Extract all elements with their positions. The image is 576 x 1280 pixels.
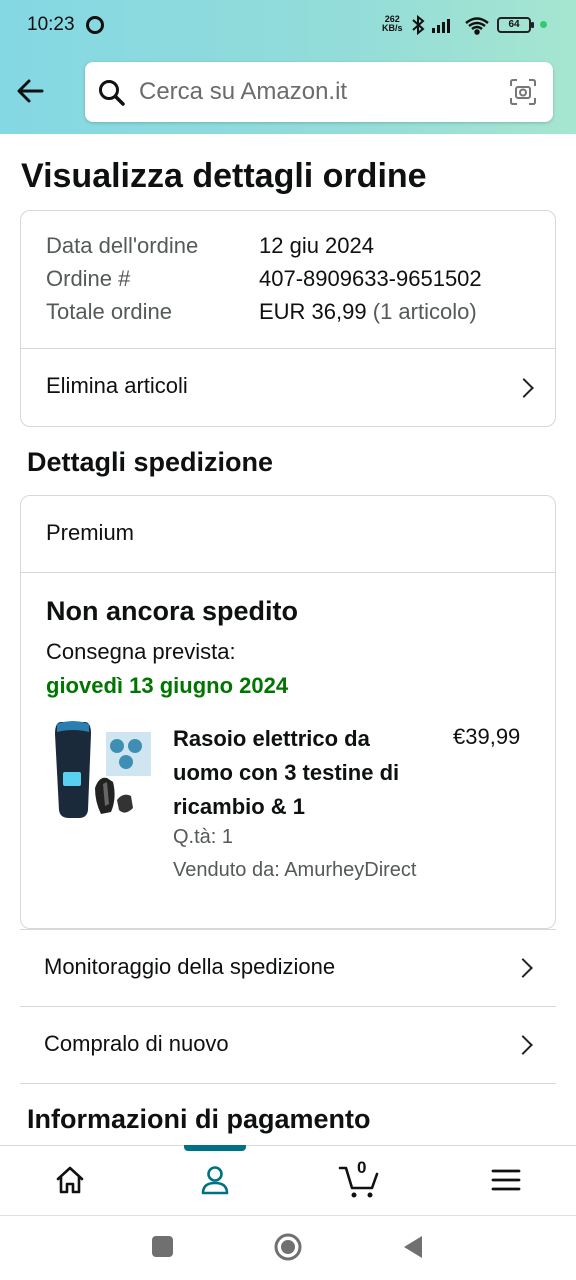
divider	[21, 572, 555, 573]
search-bar[interactable]: Cerca su Amazon.it	[85, 62, 553, 122]
do-not-disturb-icon	[86, 16, 104, 34]
camera-search-icon[interactable]	[508, 77, 538, 107]
search-icon	[99, 80, 125, 106]
track-shipment-label: Monitoraggio della spedizione	[44, 954, 336, 979]
delivery-date: giovedì 13 giugno 2024	[46, 673, 289, 698]
home-button[interactable]	[272, 1231, 304, 1263]
order-total-value: EUR 36,99 (1 articolo)	[259, 299, 477, 325]
product-price: €39,99	[453, 724, 521, 749]
shipping-section-title: Dettagli spedizione	[27, 447, 274, 477]
account-icon[interactable]	[199, 1164, 231, 1196]
system-navigation-bar	[0, 1215, 576, 1280]
payment-section-title: Informazioni di pagamento	[27, 1104, 371, 1134]
page-title: Visualizza dettagli ordine	[21, 157, 427, 195]
cart-count-badge: 0	[357, 1158, 367, 1177]
wifi-icon	[465, 17, 489, 35]
menu-icon[interactable]	[490, 1166, 522, 1194]
delete-items-label: Elimina articoli	[46, 373, 188, 398]
battery-indicator: 64	[497, 17, 534, 33]
order-total-label: Totale ordine	[46, 299, 172, 324]
chevron-right-icon	[514, 378, 534, 398]
order-date-label: Data dell'ordine	[46, 233, 199, 258]
order-total-items: (1 articolo)	[372, 299, 477, 324]
product-seller: Venduto da: AmurheyDirect	[173, 859, 417, 881]
chevron-right-icon	[513, 1035, 533, 1055]
shipment-card: Premium Non ancora spedito Consegna prev…	[20, 495, 556, 929]
active-tab-indicator	[184, 1145, 246, 1151]
recent-apps-button[interactable]	[152, 1236, 173, 1257]
product-image[interactable]	[51, 718, 151, 822]
order-number-label: Ordine #	[46, 266, 131, 291]
order-summary-card: Data dell'ordine 12 giu 2024 Ordine # 40…	[20, 210, 556, 427]
delivery-label: Consegna prevista:	[46, 639, 236, 664]
order-total-amount: EUR 36,99	[259, 299, 367, 324]
chevron-right-icon	[513, 958, 533, 978]
shipment-status: Non ancora spedito	[46, 596, 299, 626]
order-date-value: 12 giu 2024	[259, 233, 374, 258]
bottom-navigation: 0	[0, 1145, 576, 1215]
status-time: 10:23	[27, 14, 75, 35]
product-quantity: Q.tà: 1	[173, 826, 234, 848]
connectivity-icons	[412, 14, 489, 36]
back-button[interactable]	[402, 1234, 424, 1260]
cart-button[interactable]: 0	[338, 1158, 382, 1200]
order-number-value: 407-8909633-9651502	[259, 266, 482, 291]
product-title[interactable]: Rasoio elettrico da uomo con 3 testine d…	[173, 722, 423, 824]
signal-icon	[432, 19, 450, 33]
buy-again-label: Compralo di nuovo	[44, 1031, 229, 1056]
back-arrow-icon[interactable]	[14, 74, 48, 108]
header: 10:23 262 KB/s 64 Cerca su Amazon.it	[0, 0, 576, 134]
status-bar: 10:23 262 KB/s 64	[0, 0, 576, 50]
delete-items-row[interactable]: Elimina articoli	[21, 349, 555, 427]
shipping-tier: Premium	[46, 520, 135, 545]
bluetooth-icon	[412, 14, 425, 36]
privacy-dot-icon	[540, 21, 547, 28]
search-input[interactable]: Cerca su Amazon.it	[139, 78, 347, 106]
network-speed-unit: KB/s	[382, 23, 403, 33]
track-shipment-row[interactable]: Monitoraggio della spedizione	[20, 929, 556, 1006]
network-speed: 262 KB/s	[382, 15, 403, 33]
buy-again-row[interactable]: Compralo di nuovo	[20, 1006, 556, 1083]
home-icon[interactable]	[54, 1164, 86, 1196]
